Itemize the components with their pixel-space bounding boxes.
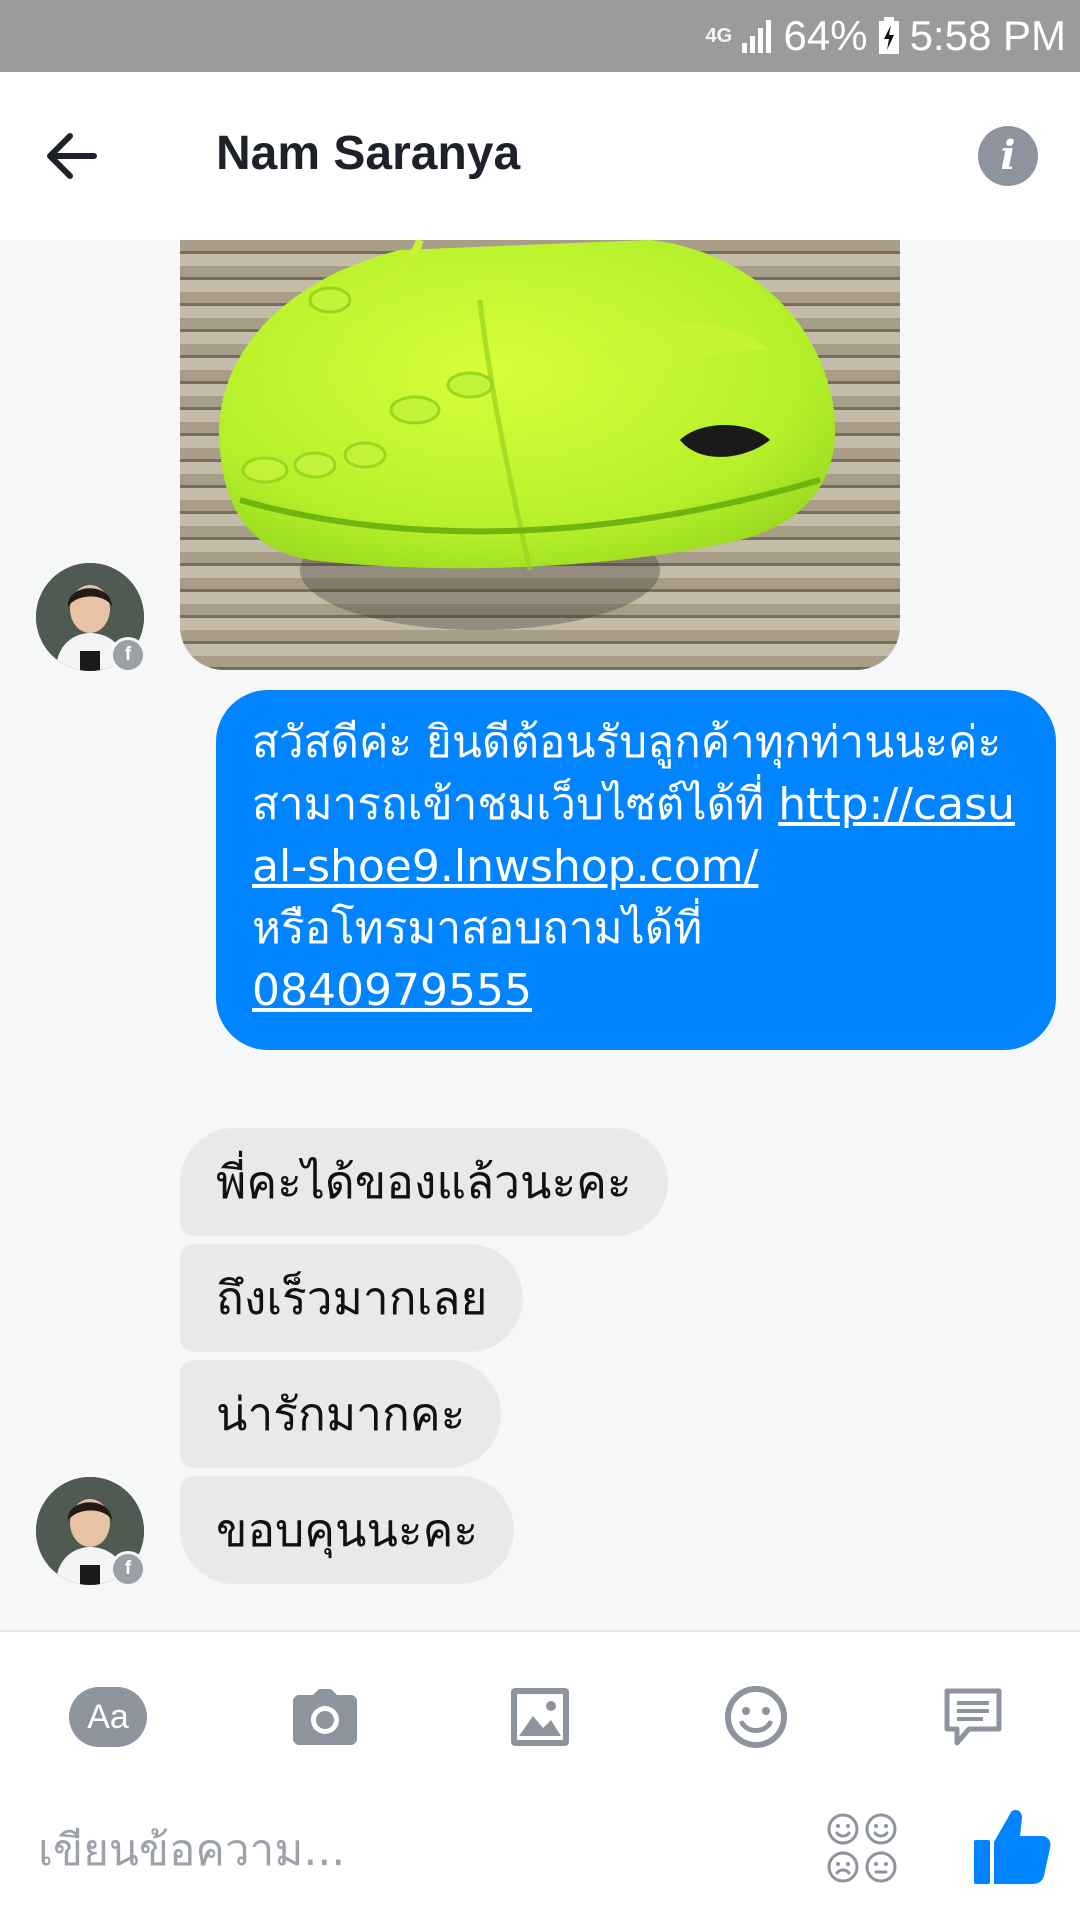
gallery-button[interactable] [495,1672,585,1762]
chat-bubble-icon [944,1688,1002,1746]
chat-extensions-button[interactable] [928,1672,1018,1762]
phone-link[interactable]: 0840979555 [252,965,532,1016]
emoji-button[interactable] [711,1672,801,1762]
clock: 5:58 PM [909,12,1066,59]
status-bar: 4G 64% 5:58 PM [0,0,1080,72]
contact-avatar[interactable]: f [36,1477,146,1587]
back-button[interactable] [40,124,104,188]
text-mode-label: Aa [69,1687,147,1747]
info-icon: i [1000,132,1016,179]
network-type: 4G [705,25,733,47]
incoming-message[interactable]: พี่คะได้ของแล้วนะคะ [180,1128,668,1236]
status-icons: 4G 64% 5:58 PM [706,0,1066,72]
camera-icon [293,1689,357,1745]
composer: Aa [0,1630,1080,1922]
info-button[interactable]: i [978,126,1038,186]
conversation-header: Nam Saranya i [0,72,1080,240]
incoming-message[interactable]: ถึงเร็วมากเลย [180,1244,524,1352]
thumbs-up-icon [974,1809,1051,1884]
emoji-grid-button[interactable] [826,1812,898,1884]
incoming-message[interactable]: น่ารักมากคะ [180,1360,502,1468]
emoji-icon [725,1686,787,1748]
outgoing-line-1: สวัสดีค่ะ ยินดีต้อนรับลูกค้าทุกท่านนะค่ะ [252,717,1002,768]
message-list[interactable]: f สวัสดีค่ะ ยินดีต้อนรับลูกค้าทุกท่านนะค… [0,240,1080,1630]
incoming-message[interactable]: ขอบคุนนะคะ [180,1476,515,1584]
product-photo [180,240,900,670]
text-mode-button[interactable]: Aa [63,1672,153,1762]
outgoing-line-3: หรือโทรมาสอบถามได้ที่ [252,903,703,954]
gallery-icon [511,1688,569,1746]
outgoing-line-2: สามารถเข้าชมเว็บไซต์ได้ที่ [252,779,779,830]
outgoing-message[interactable]: สวัสดีค่ะ ยินดีต้อนรับลูกค้าทุกท่านนะค่ะ… [216,690,1056,1050]
messenger-badge-icon: f [110,1551,146,1587]
emoji-grid-icon [827,1813,897,1883]
camera-button[interactable] [280,1672,370,1762]
messenger-badge-icon: f [110,637,146,673]
message-input[interactable] [36,1804,780,1896]
battery-percent: 64% [783,12,868,59]
signal-icon [741,20,771,53]
like-button[interactable] [970,1804,1054,1888]
battery-charging-icon [878,17,899,54]
contact-avatar[interactable]: f [36,563,146,673]
contact-name[interactable]: Nam Saranya [216,126,520,181]
photo-message[interactable] [180,240,900,670]
arrow-left-icon [47,133,97,179]
